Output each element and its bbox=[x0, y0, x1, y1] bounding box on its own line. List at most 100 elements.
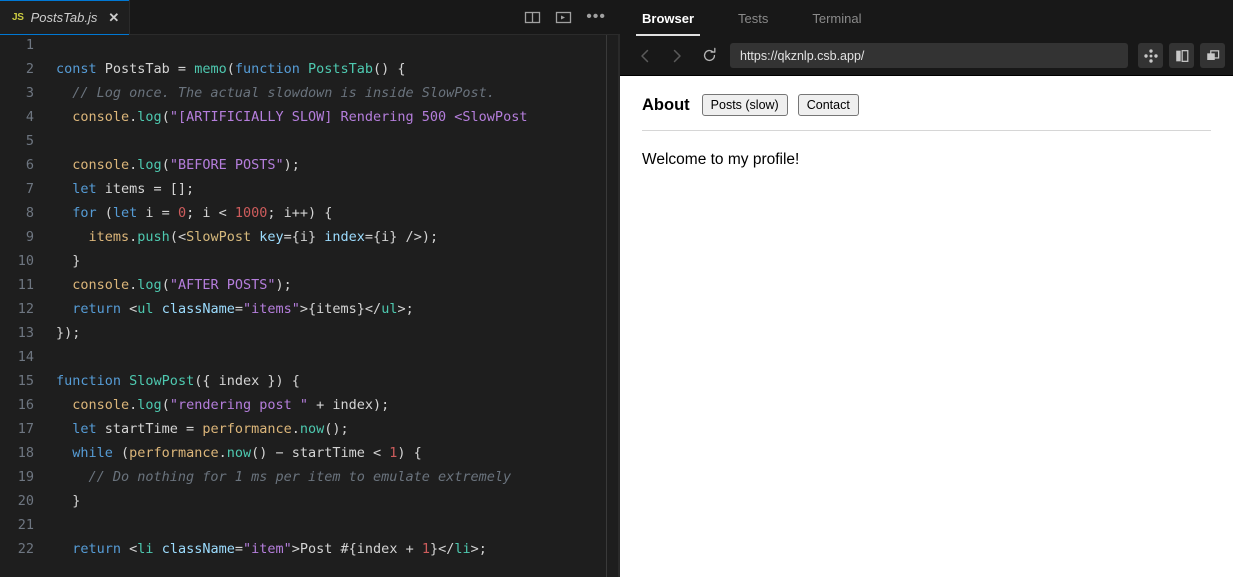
line-number: 20 bbox=[17, 493, 34, 509]
code-token: . bbox=[218, 445, 227, 461]
code-token: SlowPost bbox=[186, 229, 252, 245]
code-token: now bbox=[226, 445, 252, 461]
code-line-content bbox=[56, 129, 60, 153]
line-number: 16 bbox=[17, 397, 34, 413]
line-number: 19 bbox=[17, 469, 34, 485]
open-preview-icon[interactable] bbox=[555, 9, 572, 26]
editor-tab-poststab-js[interactable]: JS PostsTab.js ✕ bbox=[0, 0, 131, 35]
code-line-content: const PostsTab = memo(function PostsTab(… bbox=[56, 57, 410, 81]
code-token: "rendering post " bbox=[169, 397, 308, 413]
code-token: let bbox=[56, 181, 97, 197]
browser-action-buttons bbox=[1138, 43, 1225, 68]
code-token: return bbox=[56, 301, 122, 317]
code-token: "items" bbox=[243, 301, 300, 317]
code-token: }); bbox=[56, 325, 81, 341]
line-number: 14 bbox=[17, 349, 34, 365]
code-token: li bbox=[454, 541, 471, 557]
code-token: console bbox=[56, 157, 130, 173]
code-token: items = []; bbox=[96, 181, 195, 197]
site-tab-button-1[interactable]: Contact bbox=[797, 94, 859, 116]
code-line: 3 // Log once. The actual slowdown is in… bbox=[0, 81, 620, 105]
code-token: const bbox=[56, 61, 97, 77]
code-token: ( bbox=[96, 205, 113, 221]
code-line-content bbox=[56, 513, 60, 537]
browser-tab-tests[interactable]: Tests bbox=[716, 0, 790, 36]
code-token: ( bbox=[112, 445, 130, 461]
more-actions-icon[interactable]: ••• bbox=[586, 9, 606, 25]
close-icon[interactable]: ✕ bbox=[108, 11, 119, 24]
code-token: // Log once. The actual slowdown is insi… bbox=[56, 85, 495, 101]
url-input[interactable] bbox=[730, 43, 1128, 68]
indent-guide bbox=[606, 35, 607, 577]
code-line-content: while (performance.now() − startTime < 1… bbox=[56, 441, 426, 465]
new-window-icon[interactable] bbox=[1200, 43, 1225, 68]
split-preview-icon[interactable] bbox=[1169, 43, 1194, 68]
code-line: 10 } bbox=[0, 249, 620, 273]
code-token: items bbox=[56, 229, 130, 245]
code-token: } bbox=[56, 493, 81, 509]
code-token: () { bbox=[373, 61, 406, 77]
code-line: 4 console.log("[ARTIFICIALLY SLOW] Rende… bbox=[0, 105, 620, 129]
code-token: ( bbox=[161, 157, 170, 173]
code-token: className bbox=[161, 541, 235, 557]
javascript-file-icon: JS bbox=[12, 11, 24, 23]
code-token: ); bbox=[283, 157, 300, 173]
code-viewport[interactable]: 1import { memo } from "react";12const Po… bbox=[0, 35, 620, 577]
line-number: 7 bbox=[25, 181, 34, 197]
code-line: 14 bbox=[0, 345, 620, 369]
code-token: >{items}</ bbox=[299, 301, 382, 317]
reload-icon[interactable] bbox=[698, 45, 720, 67]
code-line-content: // Do nothing for 1 ms per item to emula… bbox=[56, 465, 515, 489]
line-number: 11 bbox=[17, 277, 34, 293]
code-token: < bbox=[121, 541, 138, 557]
code-token: ={i} bbox=[283, 229, 325, 245]
code-token: SlowPost bbox=[129, 373, 195, 389]
code-token: ); bbox=[275, 277, 292, 293]
code-token: PostsTab bbox=[96, 61, 178, 77]
site-tab-about-active: About bbox=[642, 95, 690, 114]
browser-tab-terminal[interactable]: Terminal bbox=[790, 0, 883, 36]
line-number: 2 bbox=[25, 61, 34, 77]
code-line-content bbox=[56, 35, 60, 57]
code-line: 20 } bbox=[0, 489, 620, 513]
code-token: ul bbox=[137, 301, 154, 317]
code-token: = bbox=[234, 541, 243, 557]
code-line: 1 bbox=[0, 35, 620, 57]
code-line-content: console.log("AFTER POSTS"); bbox=[56, 273, 296, 297]
line-number: 6 bbox=[25, 157, 34, 173]
code-token: }</ bbox=[429, 541, 455, 557]
code-token: >Post #{index + bbox=[291, 541, 422, 557]
forward-icon[interactable] bbox=[666, 45, 688, 67]
site-navigation: About Posts (slow) Contact bbox=[642, 94, 1211, 131]
line-number: 22 bbox=[17, 541, 34, 557]
code-token: ; i < bbox=[186, 205, 235, 221]
editor-tab-bar: JS PostsTab.js ✕ ••• bbox=[0, 0, 620, 35]
back-icon[interactable] bbox=[634, 45, 656, 67]
code-line: 7 let items = []; bbox=[0, 177, 620, 201]
code-token: function bbox=[234, 61, 300, 77]
code-line-content: console.log("rendering post " + index); bbox=[56, 393, 393, 417]
split-editor-icon[interactable] bbox=[524, 9, 541, 26]
tab-bar-spacer bbox=[130, 0, 519, 34]
code-line: 8 for (let i = 0; i < 1000; i++) { bbox=[0, 201, 620, 225]
pane-divider[interactable] bbox=[618, 0, 620, 577]
code-line: 21 bbox=[0, 513, 620, 537]
site-tab-button-0[interactable]: Posts (slow) bbox=[701, 94, 788, 116]
responsive-preview-icon[interactable] bbox=[1138, 43, 1163, 68]
code-editor-pane: JS PostsTab.js ✕ ••• 1 2 const PostsTab … bbox=[0, 0, 620, 577]
code-token: push bbox=[137, 229, 170, 245]
code-token: "[ARTIFICIALLY SLOW] Rendering 500 <Slow… bbox=[169, 109, 528, 125]
line-number: 17 bbox=[17, 421, 34, 437]
browser-tab-browser[interactable]: Browser bbox=[620, 0, 716, 36]
code-token: memo bbox=[194, 61, 227, 77]
code-token: + index); bbox=[308, 397, 390, 413]
code-line-content: function SlowPost({ index }) { bbox=[56, 369, 304, 393]
code-token: () − startTime < bbox=[251, 445, 390, 461]
code-line-content: // Log once. The actual slowdown is insi… bbox=[56, 81, 499, 105]
code-line: 5 bbox=[0, 129, 620, 153]
code-line: 13}); bbox=[0, 321, 620, 345]
line-number: 12 bbox=[17, 301, 34, 317]
browser-toolbar bbox=[620, 36, 1233, 75]
